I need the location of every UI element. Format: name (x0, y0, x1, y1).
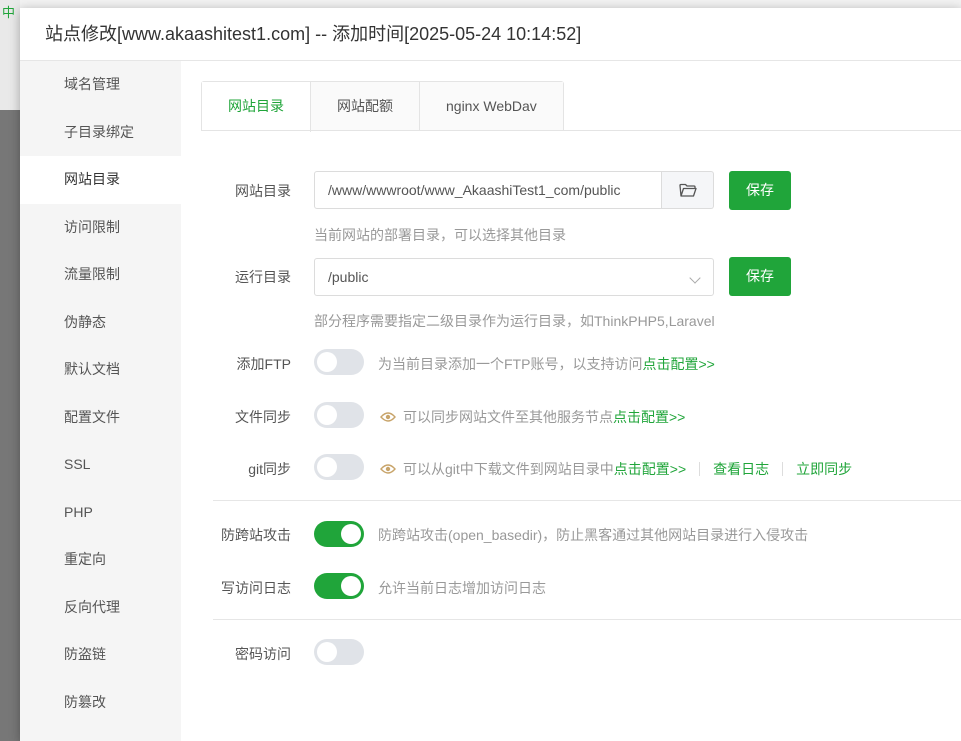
toggle-knob (317, 352, 337, 372)
sidebar-item-access-limit[interactable]: 访问限制 (20, 204, 181, 252)
sync-now-link[interactable]: 立即同步 (796, 459, 852, 479)
background-mark: 中 (2, 5, 16, 20)
browse-folder-button[interactable] (662, 171, 714, 209)
ftp-desc: 为当前目录添加一个FTP账号，以支持访问 点击配置>> (378, 354, 715, 374)
eye-icon (380, 464, 396, 474)
site-edit-modal: 站点修改[www.akaashitest1.com] -- 添加时间[2025-… (20, 8, 961, 741)
git-sync-desc-text: 可以从git中下载文件到网站目录中 (403, 461, 614, 477)
file-sync-label: 文件同步 (235, 409, 291, 425)
toggle-knob (317, 405, 337, 425)
anti-xss-label: 防跨站攻击 (221, 527, 291, 543)
toggle-knob (341, 524, 361, 544)
sidebar-item-site-directory[interactable]: 网站目录 (20, 156, 181, 204)
run-dir-value: /public (328, 269, 369, 285)
background-overlay (0, 0, 20, 741)
link-separator (699, 462, 701, 476)
site-dir-label: 网站目录 (235, 183, 291, 199)
eye-icon (380, 412, 396, 422)
sidebar-item-rewrite[interactable]: 伪静态 (20, 299, 181, 347)
sidebar-item-ssl[interactable]: SSL (20, 441, 181, 489)
toggle-knob (317, 642, 337, 662)
git-sync-desc: 可以从git中下载文件到网站目录中 点击配置>> 查看日志 立即同步 (380, 459, 852, 479)
section-divider (213, 500, 961, 501)
access-log-desc: 允许当前日志增加访问日志 (378, 580, 546, 596)
sidebar-item-traffic-limit[interactable]: 流量限制 (20, 251, 181, 299)
settings-content: 网站目录 网站配额 nginx WebDav 网站目录 /www/wwwroot… (181, 61, 961, 741)
run-dir-label: 运行目录 (235, 269, 291, 285)
git-sync-label: git同步 (248, 461, 291, 477)
modal-title: 站点修改[www.akaashitest1.com] -- 添加时间[2025-… (20, 8, 961, 61)
tab-site-quota[interactable]: 网站配额 (311, 82, 420, 131)
anti-xss-toggle[interactable] (314, 521, 364, 547)
tab-divider (201, 130, 961, 131)
sidebar-item-reverse-proxy[interactable]: 反向代理 (20, 584, 181, 632)
sidebar-item-domain[interactable]: 域名管理 (20, 61, 181, 109)
access-log-toggle[interactable] (314, 573, 364, 599)
site-dir-hint: 当前网站的部署目录，可以选择其他目录 (314, 227, 566, 243)
ftp-label: 添加FTP (236, 356, 291, 372)
tab-nginx-webdav[interactable]: nginx WebDav (420, 82, 563, 131)
link-separator (782, 462, 784, 476)
site-dir-input[interactable]: /www/wwwroot/www_AkaashiTest1_com/public (314, 171, 662, 209)
password-access-label: 密码访问 (235, 646, 291, 662)
file-sync-config-link[interactable]: 点击配置>> (613, 407, 685, 427)
run-dir-select[interactable]: /public (314, 258, 714, 296)
sidebar-item-subdir-binding[interactable]: 子目录绑定 (20, 109, 181, 157)
background-sidebar: 中 (0, 0, 20, 110)
sidebar-item-default-doc[interactable]: 默认文档 (20, 346, 181, 394)
toggle-knob (317, 457, 337, 477)
anti-xss-desc: 防跨站攻击(open_basedir)，防止黑客通过其他网站目录进行入侵攻击 (378, 527, 809, 543)
file-sync-desc: 可以同步网站文件至其他服务节点 点击配置>> (380, 407, 685, 427)
section-divider (213, 619, 961, 620)
ftp-config-link[interactable]: 点击配置>> (642, 354, 714, 374)
view-log-link[interactable]: 查看日志 (713, 459, 769, 479)
tab-bar: 网站目录 网站配额 nginx WebDav (201, 81, 564, 132)
sidebar-item-redirect[interactable]: 重定向 (20, 536, 181, 584)
toggle-knob (341, 576, 361, 596)
tab-site-directory[interactable]: 网站目录 (202, 82, 311, 132)
sidebar-item-php[interactable]: PHP (20, 489, 181, 537)
save-run-dir-button[interactable]: 保存 (729, 257, 791, 296)
settings-sidebar: 域名管理 子目录绑定 网站目录 访问限制 流量限制 伪静态 默认文档 配置文件 … (20, 61, 181, 741)
ftp-desc-text: 为当前目录添加一个FTP账号，以支持访问 (378, 356, 643, 372)
git-sync-toggle[interactable] (314, 454, 364, 480)
password-access-toggle[interactable] (314, 639, 364, 665)
access-log-label: 写访问日志 (221, 580, 291, 596)
git-sync-config-link[interactable]: 点击配置>> (614, 459, 686, 479)
file-sync-toggle[interactable] (314, 402, 364, 428)
save-site-dir-button[interactable]: 保存 (729, 171, 791, 210)
file-sync-desc-text: 可以同步网站文件至其他服务节点 (403, 409, 613, 425)
sidebar-item-hotlink[interactable]: 防盗链 (20, 631, 181, 679)
chevron-down-icon (689, 272, 701, 284)
sidebar-item-config-file[interactable]: 配置文件 (20, 394, 181, 442)
sidebar-item-tamper-proof[interactable]: 防篡改 (20, 679, 181, 727)
ftp-toggle[interactable] (314, 349, 364, 375)
run-dir-hint: 部分程序需要指定二级目录作为运行目录，如ThinkPHP5,Laravel (314, 313, 715, 329)
folder-icon (678, 183, 697, 197)
